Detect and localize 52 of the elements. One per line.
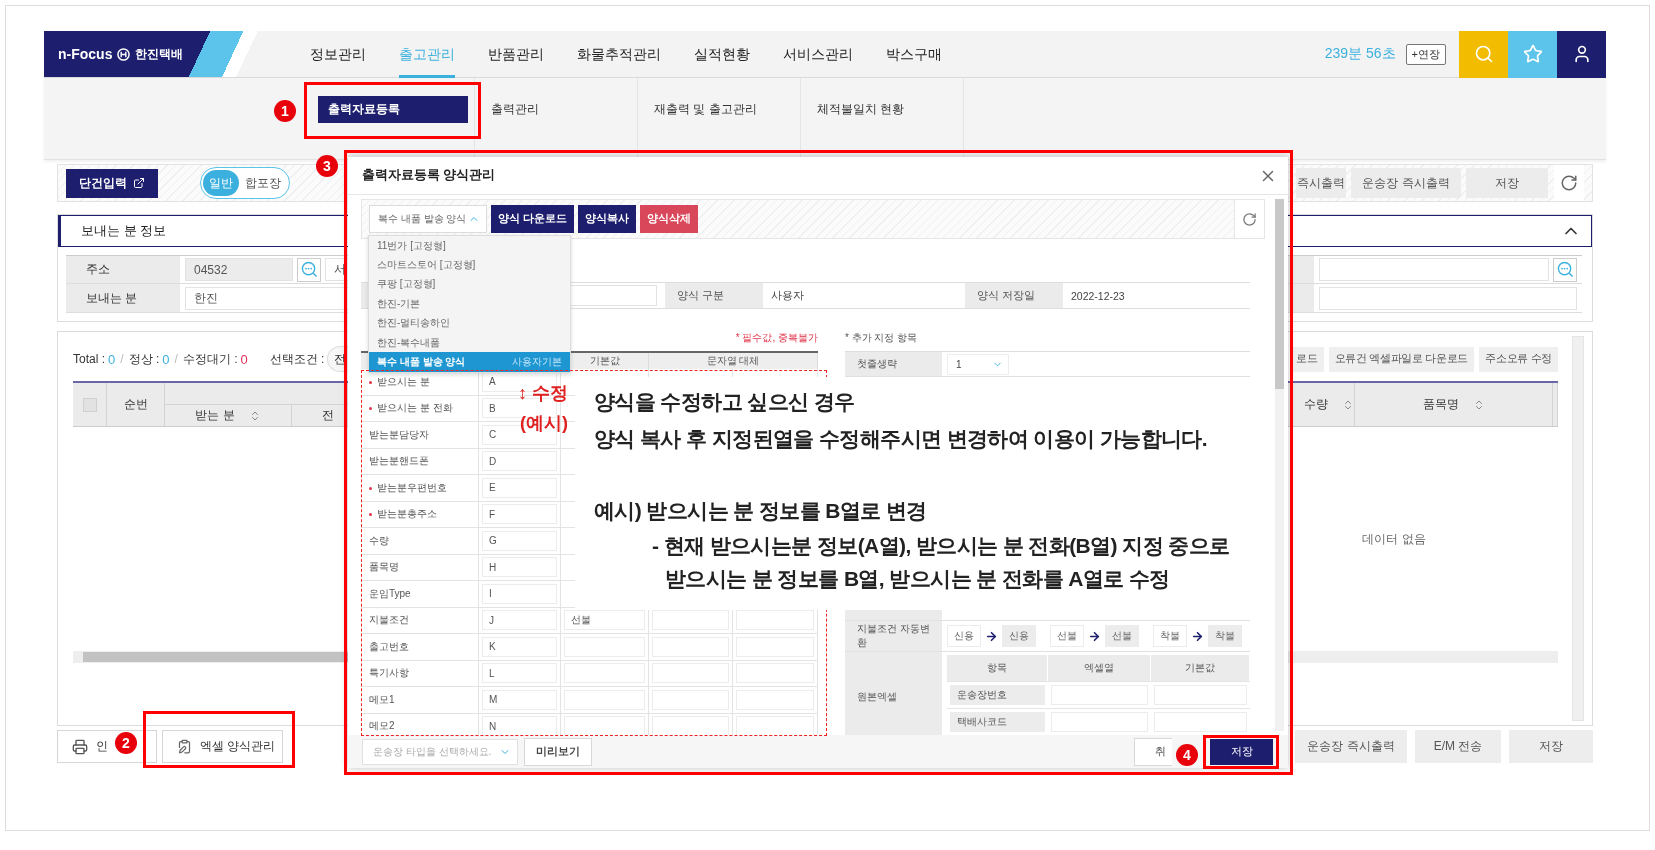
field-label: 받는분우편번호	[369, 480, 447, 495]
instruction-text: 예시) 받으시는 분 정보를 B열로 변경	[594, 498, 927, 524]
separator-text: /	[174, 352, 178, 366]
column-header: 문자열 대체	[649, 353, 818, 369]
field-label: 받는분담당자	[369, 427, 429, 442]
count-label: 수정대기 :	[182, 350, 238, 368]
instruction-text: - 현재 받으시는분 정보(A열), 받으시는 분 전화(B열) 지정 중으로	[652, 533, 1230, 559]
form-label: 주소	[66, 256, 180, 283]
column-header: 항목	[947, 655, 1048, 681]
info-label: 양식 구분	[665, 283, 763, 308]
field-label: 지불조건 자동변환	[845, 621, 942, 651]
field-label: 받으시는 분 전화	[369, 401, 453, 416]
empty-message: 데이터 없음	[1361, 530, 1427, 548]
dialog-title: 출력자료등록 양식관리	[362, 167, 496, 184]
count-value: 0	[162, 351, 170, 367]
session-timer: 239분 56초	[1324, 45, 1396, 63]
item-field: 운송장번호	[950, 685, 1045, 705]
field-label: 메모1	[369, 692, 395, 707]
item-field: 택배사코드	[950, 712, 1045, 732]
form-label: 보내는 분	[66, 284, 180, 312]
count-value: 0	[240, 351, 248, 367]
option-tag: 사용자기본	[512, 355, 562, 370]
info-value: 사용자	[770, 287, 805, 303]
field-label: 수량	[369, 533, 389, 548]
count-value: 0	[108, 351, 116, 367]
column-header: 기본값	[1151, 655, 1250, 681]
field-label: 받는분총주소	[369, 507, 437, 522]
filter-label: 선택조건 :	[269, 350, 325, 368]
field-label: 지불조건	[369, 613, 409, 628]
info-value: 2022-12-23	[1070, 288, 1126, 304]
count-label: Total :	[73, 352, 105, 366]
field-label: 운임Type	[369, 586, 411, 601]
logo-text: n-Focus	[58, 46, 113, 62]
field-label: 원본엑셀	[845, 652, 942, 735]
instruction-text: 양식을 수정하고 싶으신 경우	[594, 389, 855, 415]
required-note: * 필수값, 중복불가	[735, 331, 818, 345]
info-label: 양식 저장일	[965, 283, 1063, 308]
field-label: 받는분핸드폰	[369, 454, 429, 469]
instruction-text: 받으시는 분 정보를 B열, 받으시는 분 전화를 A열로 수정	[665, 566, 1170, 592]
field-label: 특기사항	[369, 666, 409, 681]
field-label: 출고번호	[369, 639, 409, 654]
field-label: 첫줄생략	[845, 352, 942, 376]
brand-text: 한진택배	[135, 45, 184, 63]
field-label: 품목명	[369, 560, 399, 575]
section-title: 보내는 분 정보	[81, 222, 167, 240]
column-header: 엑셀열	[1048, 655, 1151, 681]
instruction-text: 양식 복사 후 지정된열을 수정해주시면 변경하여 이용이 가능합니다.	[594, 426, 1208, 452]
field-label: 메모2	[369, 719, 395, 734]
separator-text: /	[120, 352, 124, 366]
count-label: 정상 :	[128, 350, 160, 368]
extra-fields-title: * 추가 지정 항목	[845, 331, 918, 345]
field-label: 받으시는 분	[369, 374, 430, 389]
